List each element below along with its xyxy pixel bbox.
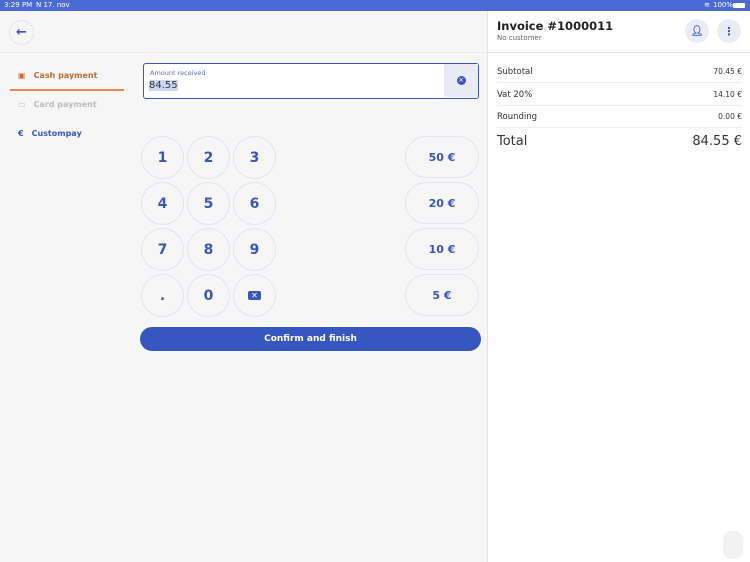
- keypad-key-dot[interactable]: .: [141, 274, 184, 317]
- sidebar-item-custompay[interactable]: € Custompay: [18, 129, 82, 138]
- battery-level: 100%: [713, 1, 734, 9]
- scroll-handle[interactable]: [725, 533, 741, 557]
- add-customer-button[interactable]: 👤︎: [685, 19, 709, 43]
- invoice-title: Invoice #1000011: [497, 19, 614, 33]
- keypad-key-1[interactable]: 1: [141, 136, 184, 179]
- keypad-key-6[interactable]: 6: [233, 182, 276, 225]
- summary-row-vat: Vat 20% 14.10 €: [497, 90, 742, 106]
- status-time: 3:29 PM: [4, 1, 33, 9]
- sidebar-item-card[interactable]: ▭ Card payment: [18, 100, 97, 109]
- amount-value[interactable]: 84.55: [149, 80, 178, 91]
- back-button[interactable]: ←: [9, 20, 34, 45]
- status-date: N 17. nov: [36, 1, 70, 9]
- total-row: Total 84.55 €: [497, 134, 742, 149]
- status-bar: 3:29 PM N 17. nov ≋ 100%: [0, 0, 750, 11]
- keypad-key-3[interactable]: 3: [233, 136, 276, 179]
- amount-input[interactable]: Amount received 84.55 ×: [143, 63, 479, 99]
- battery-icon: [733, 3, 745, 8]
- sidebar-item-cash[interactable]: ▣ Cash payment: [18, 71, 97, 80]
- summary-row-rounding: Rounding 0.00 €: [497, 112, 742, 128]
- quick-50-button[interactable]: 50 €: [405, 136, 479, 178]
- keypad-key-2[interactable]: 2: [187, 136, 230, 179]
- clear-icon: ×: [456, 76, 466, 85]
- keypad-key-8[interactable]: 8: [187, 228, 230, 271]
- keypad-key-7[interactable]: 7: [141, 228, 184, 271]
- wifi-icon: ≋: [704, 1, 710, 9]
- divider: [488, 52, 750, 53]
- quick-10-button[interactable]: 10 €: [405, 228, 479, 270]
- amount-label: Amount received: [150, 69, 206, 77]
- invoice-panel: Invoice #1000011 No customer 👤︎ ⋮ Subtot…: [487, 11, 750, 562]
- card-icon: ▭: [18, 100, 26, 109]
- payment-panel: ← ▣ Cash payment ▭ Card payment € Custompay…: [0, 11, 487, 562]
- keypad-key-9[interactable]: 9: [233, 228, 276, 271]
- backspace-button[interactable]: ✕: [233, 274, 276, 317]
- more-button[interactable]: ⋮: [717, 19, 741, 43]
- cash-icon: ▣: [18, 71, 26, 80]
- divider: [0, 52, 487, 53]
- summary-row-subtotal: Subtotal 70.45 €: [497, 67, 742, 83]
- arrow-left-icon: ←: [16, 25, 27, 40]
- add-user-icon: 👤︎: [690, 25, 704, 37]
- keypad-key-4[interactable]: 4: [141, 182, 184, 225]
- customer-label: No customer: [497, 34, 542, 42]
- more-vertical-icon: ⋮: [723, 24, 735, 38]
- backspace-icon: ✕: [248, 291, 261, 300]
- active-indicator: [10, 89, 124, 91]
- confirm-button[interactable]: Confirm and finish: [140, 327, 481, 351]
- quick-5-button[interactable]: 5 €: [405, 274, 479, 316]
- keypad-key-5[interactable]: 5: [187, 182, 230, 225]
- quick-20-button[interactable]: 20 €: [405, 182, 479, 224]
- keypad-key-0[interactable]: 0: [187, 274, 230, 317]
- euro-icon: €: [18, 129, 24, 138]
- clear-button[interactable]: ×: [444, 64, 478, 97]
